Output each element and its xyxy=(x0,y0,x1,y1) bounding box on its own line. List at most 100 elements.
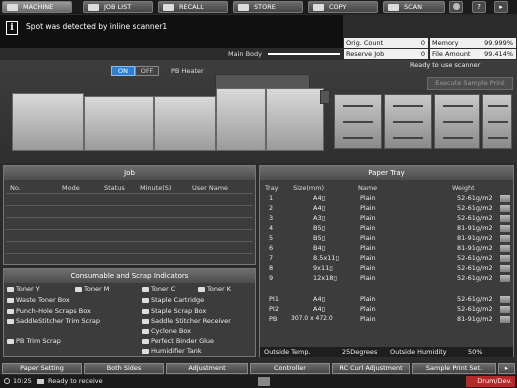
paper-level-icon xyxy=(500,215,510,222)
toner-c-indicator: Toner C xyxy=(142,285,175,293)
tray-number: 8 xyxy=(269,264,274,272)
clock-icon xyxy=(4,378,10,384)
tab-adjustment[interactable]: Adjustment xyxy=(166,363,248,374)
tab-both-sides[interactable]: Both Sides xyxy=(84,363,164,374)
outside-temp-label: Outside Temp. xyxy=(264,348,311,356)
tab-machine[interactable]: MACHINE xyxy=(2,1,72,13)
tray-row[interactable]: PI1 A4▯ Plain 52-61g/m2 xyxy=(263,295,510,304)
execute-sample-print-button[interactable]: Execute Sample Print xyxy=(427,77,513,90)
tray-col-size: Size(mm) xyxy=(293,184,325,192)
message-area xyxy=(0,15,343,48)
tray-row[interactable]: 7 8.5x11▯ Plain 52-61g/m2 xyxy=(263,254,510,263)
tray-number: 1 xyxy=(269,194,274,202)
tray-row[interactable]: 3 A3▯ Plain 52-61g/m2 xyxy=(263,214,510,223)
outside-humidity-label: Outside Humidity xyxy=(390,348,447,356)
store-icon xyxy=(238,4,249,11)
tray-weight: 81-91g/m2 xyxy=(457,234,493,242)
more-button[interactable]: ▸ xyxy=(494,1,508,13)
tray-row[interactable]: 6 B4▯ Plain 81-91g/m2 xyxy=(263,244,510,253)
paper-level-icon xyxy=(500,306,510,313)
alert-message: Spot was detected by inline scanner1 xyxy=(26,22,168,31)
tray-paper-name: Plain xyxy=(360,234,376,242)
tray-paper-name: Plain xyxy=(360,274,376,282)
tray-size: A4▯ xyxy=(313,305,326,313)
tray-number: PI1 xyxy=(269,295,279,303)
paper-level-icon xyxy=(500,316,510,323)
tray-paper-name: Plain xyxy=(360,315,376,323)
tray-paper-name: Plain xyxy=(360,204,376,212)
paper-level-icon xyxy=(500,195,510,202)
help-button[interactable]: ? xyxy=(472,1,486,13)
tray-size: 8.5x11▯ xyxy=(313,254,340,262)
tray-row[interactable]: 2 A4▯ Plain 52-61g/m2 xyxy=(263,204,510,213)
tray-row[interactable]: 5 B5▯ Plain 81-91g/m2 xyxy=(263,234,510,243)
tray-weight: 52-61g/m2 xyxy=(457,194,493,202)
job-panel: Job No. Mode Status Minute(S) User Name xyxy=(3,165,256,265)
machine-diagram[interactable] xyxy=(0,60,517,163)
tab-sample-print-set[interactable]: Sample Print Set. xyxy=(412,363,496,374)
tray-row[interactable]: 1 A4▯ Plain 52-61g/m2 xyxy=(263,194,510,203)
tray-paper-name: Plain xyxy=(360,264,376,272)
tray-weight: 52-61g/m2 xyxy=(457,264,493,272)
tray-size: A4▯ xyxy=(313,204,326,212)
tray-size: A4▯ xyxy=(313,194,326,202)
toner-c-icon xyxy=(142,286,149,292)
tab-job-list[interactable]: JOB LIST xyxy=(83,1,153,13)
humidifier-icon xyxy=(142,348,149,354)
tray-weight: 81-91g/m2 xyxy=(457,244,493,252)
tray-weight: 52-61g/m2 xyxy=(457,305,493,313)
tray-size: A4▯ xyxy=(313,295,326,303)
toner-y-icon xyxy=(7,286,14,292)
job-title: Job xyxy=(4,166,255,180)
tray-weight: 52-61g/m2 xyxy=(457,254,493,262)
tray-row[interactable]: 9 12x18▯ Plain 52-61g/m2 xyxy=(263,274,510,283)
outside-temp-value: 25Degrees xyxy=(342,348,378,356)
paper-level-icon xyxy=(500,225,510,232)
paper-level-icon xyxy=(500,275,510,282)
paper-level-icon xyxy=(500,296,510,303)
perfect-binder-glue-indicator: Perfect Binder Glue xyxy=(142,337,214,345)
pb-trim-scrap-indicator: PB Trim Scrap xyxy=(7,337,61,345)
pb-heater-on-button[interactable]: ON xyxy=(111,66,135,76)
inline-scanner-unit xyxy=(216,88,266,151)
paper-level-icon xyxy=(500,235,510,242)
tab-controller[interactable]: Controller xyxy=(250,363,330,374)
status-message: Ready to receive xyxy=(48,377,103,385)
paper-tray-title: Paper Tray xyxy=(260,166,513,180)
pb-heater-label: PB Heater xyxy=(171,67,204,75)
tray-paper-name: Plain xyxy=(360,305,376,313)
tab-scan[interactable]: SCAN xyxy=(383,1,445,13)
tray-row[interactable]: 4 B5▯ Plain 81-91g/m2 xyxy=(263,224,510,233)
tray-number: PI2 xyxy=(269,305,279,313)
staple-cartridge-icon xyxy=(142,297,149,303)
tab-store[interactable]: STORE xyxy=(233,1,303,13)
tab-copy[interactable]: COPY xyxy=(308,1,378,13)
machine-icon xyxy=(7,4,18,11)
reserve-job: Reserve Job 0 xyxy=(344,49,428,59)
file-amount: File Amount 99.414% xyxy=(430,49,516,59)
drum-dev-warning[interactable]: Drum/Dev. xyxy=(466,376,515,387)
tray-row[interactable]: PI2 A4▯ Plain 52-61g/m2 xyxy=(263,305,510,314)
bottom-more-button[interactable]: ▸ xyxy=(498,363,515,374)
tab-recall[interactable]: RECALL xyxy=(158,1,228,13)
tray-number: 2 xyxy=(269,204,274,212)
tab-paper-setting[interactable]: Paper Setting xyxy=(2,363,82,374)
tray-paper-name: Plain xyxy=(360,214,376,222)
paper-feed-unit-2 xyxy=(384,94,432,149)
globe-button[interactable] xyxy=(449,1,463,13)
tray-number: PB xyxy=(269,315,278,323)
globe-icon xyxy=(452,3,460,10)
keyboard-icon[interactable] xyxy=(258,377,270,386)
tab-rc-curl-adjustment[interactable]: RC Curl Adjustment xyxy=(332,363,410,374)
paper-level-icon xyxy=(500,255,510,262)
tray-row[interactable]: PB 307.0 x 472.0 Plain 81-91g/m2 xyxy=(263,315,510,324)
pb-heater-off-button[interactable]: OFF xyxy=(135,66,159,76)
tray-size: B5▯ xyxy=(313,224,326,232)
glue-icon xyxy=(142,338,149,344)
orig-count: Orig. Count 0 xyxy=(344,38,428,48)
tray-col-tray: Tray xyxy=(265,184,279,192)
saddlestitcher-trim-scrap-indicator: SaddleStitcher Trim Scrap xyxy=(7,317,100,325)
tray-row[interactable]: 8 9x11▯ Plain 52-61g/m2 xyxy=(263,264,510,273)
tray-number: 5 xyxy=(269,234,274,242)
waste-toner-box-indicator: Waste Toner Box xyxy=(7,296,70,304)
